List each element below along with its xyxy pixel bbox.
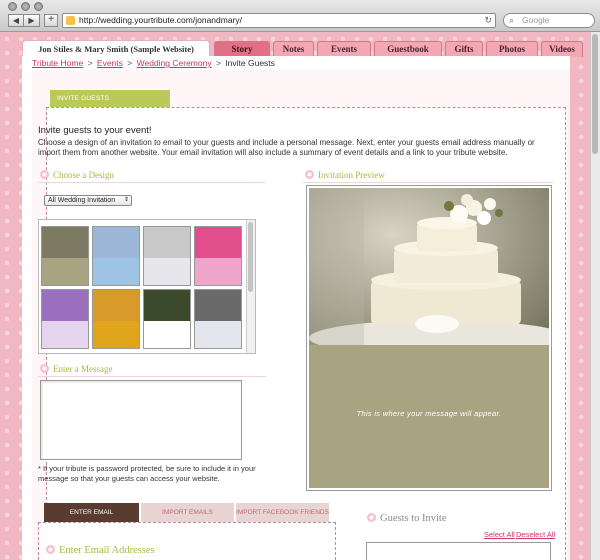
thumb-image [42,227,88,258]
zoom-window-icon[interactable] [34,2,43,11]
site-nav-tabs: Story Notes Events Guestbook Gifts Photo… [214,41,583,57]
breadcrumb-separator: > [127,58,133,68]
invitation-preview-heading: Invitation Preview [305,170,385,180]
thumb-color-band [144,321,190,348]
email-tabs: ENTER EMAIL IMPORT EMAILS IMPORT FACEBOO… [44,503,329,522]
thumb-image [93,227,139,258]
choose-design-heading: Choose a Design [40,170,114,180]
enter-email-heading: Enter Email Addresses [46,545,155,556]
section-divider [303,182,553,183]
tab-events[interactable]: Events [317,41,371,57]
tab-gifts[interactable]: Gifts [445,41,483,57]
thumb-color-band [93,321,139,348]
invitation-preview-label: Invitation Preview [318,170,385,180]
gallery-scrollbar-thumb[interactable] [248,222,253,292]
reload-icon[interactable]: ↻ [484,14,492,27]
thumb-image [195,227,241,258]
select-all-link[interactable]: Select All [484,530,515,539]
thumb-color-band [42,321,88,348]
guests-list[interactable] [366,542,551,560]
design-thumb-flowers[interactable] [92,289,140,349]
thumb-color-band [93,258,139,285]
design-thumb-chapel[interactable] [92,226,140,286]
enter-message-heading: Enter a Message [40,364,112,374]
thumb-image [93,290,139,321]
breadcrumb-tribute-home[interactable]: Tribute Home [32,58,83,68]
breadcrumb-events[interactable]: Events [97,58,123,68]
thumb-image [42,290,88,321]
invite-description: Choose a design of an invitation to emai… [38,138,535,157]
design-category-value: All Wedding Invitation [48,197,116,204]
tab-notes[interactable]: Notes [273,41,314,57]
thumb-color-band [42,258,88,285]
flower-bullet-icon [305,170,314,179]
breadcrumb-separator: > [87,58,93,68]
tab-story[interactable]: Story [214,41,270,57]
design-thumb-reception[interactable] [143,226,191,286]
design-category-select[interactable]: All Wedding Invitation ⇕ [44,195,132,206]
tab-guestbook[interactable]: Guestbook [374,41,442,57]
design-thumb-bouquet[interactable] [143,289,191,349]
close-window-icon[interactable] [8,2,17,11]
address-bar[interactable]: http://wedding.yourtribute.com/jonandmar… [62,13,496,28]
message-textarea[interactable] [40,380,242,460]
thumb-color-band [144,258,190,285]
select-arrows-icon: ⇕ [123,197,129,203]
tab-import-facebook-friends[interactable]: IMPORT FACEBOOK FRIENDS [236,503,329,522]
tab-photos[interactable]: Photos [486,41,538,57]
favicon-icon [66,16,75,25]
forward-icon[interactable]: ▶ [24,14,40,27]
minimize-window-icon[interactable] [21,2,30,11]
choose-design-label: Choose a Design [53,170,114,180]
add-bookmark-icon[interactable]: + [44,14,58,27]
section-divider [38,376,266,377]
breadcrumb-wedding-ceremony[interactable]: Wedding Ceremony [137,58,212,68]
flower-bullet-icon [46,545,55,554]
window-controls [8,2,43,11]
invite-guests-header: INVITE GUESTS [50,90,170,107]
tab-import-emails[interactable]: IMPORT EMAILS [141,503,234,522]
guests-to-invite-label: Guests to Invite [380,513,447,524]
breadcrumb-separator: > [215,58,221,68]
wedding-cake-image [309,188,549,345]
password-note: * If your tribute is password protected,… [38,464,256,483]
preview-message-placeholder: This is where your message will appear. [356,409,502,418]
thumb-image [144,290,190,321]
thumb-image [144,227,190,258]
thumb-image [195,290,241,321]
page-scrollbar-thumb[interactable] [592,34,598,154]
invite-title: Invite guests to your event! [38,125,152,136]
browser-toolbar: ◀ ▶ + http://wedding.yourtribute.com/jon… [0,0,600,32]
back-icon[interactable]: ◀ [8,14,24,27]
search-input[interactable]: ⌕ Google [503,13,595,28]
thumb-color-band [195,321,241,348]
tab-videos[interactable]: Videos [541,41,583,57]
design-thumb-hands[interactable] [194,289,242,349]
enter-email-label: Enter Email Addresses [59,545,155,556]
enter-message-label: Enter a Message [53,364,113,374]
thumb-color-band [195,258,241,285]
tab-enter-email[interactable]: ENTER EMAIL [44,503,139,522]
address-url: http://wedding.yourtribute.com/jonandmar… [79,15,243,25]
flower-bullet-icon [40,364,49,373]
guests-to-invite-heading: Guests to Invite [367,513,447,524]
flower-bullet-icon [40,170,49,179]
design-thumb-roses[interactable] [194,226,242,286]
search-placeholder: Google [522,15,550,25]
search-icon: ⌕ [509,15,515,25]
flower-bullet-icon [367,513,376,522]
deselect-all-link[interactable]: Deselect All [516,530,555,539]
wedding-cake-illustration [309,188,549,345]
nav-buttons: ◀ ▶ [8,14,40,27]
design-thumb-gifts[interactable] [41,289,89,349]
design-thumb-cake[interactable] [41,226,89,286]
section-divider [38,182,266,183]
breadcrumb-current: Invite Guests [225,58,275,68]
breadcrumb: Tribute Home > Events > Wedding Ceremony… [32,58,275,68]
